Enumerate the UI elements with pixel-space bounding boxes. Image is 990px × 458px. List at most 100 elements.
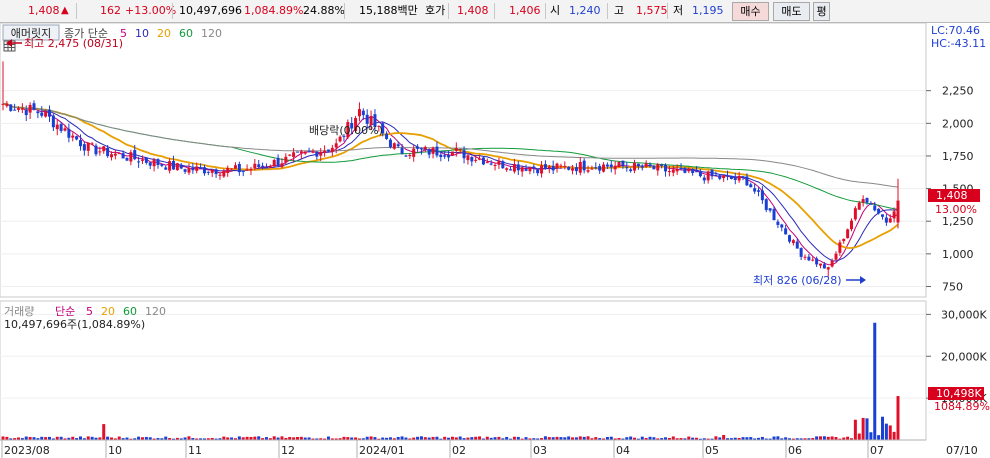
volume-bar [865,418,869,440]
candle-body [470,156,474,162]
candle-body [563,166,567,168]
candle-body [431,147,435,154]
candle-body [780,224,784,228]
buy-button[interactable]: 매수 [732,2,769,21]
volume-bar [280,436,284,440]
candle-body [652,165,656,170]
candle-body [807,256,811,261]
candle-body [745,176,749,186]
volume-bar [458,436,462,440]
volume-bar [78,436,82,440]
candle-body [888,218,892,223]
candle-body [36,111,40,114]
candle-body [261,165,265,167]
candle-body [257,164,261,168]
candle-body [741,177,745,179]
candle-body [5,103,9,107]
candle-body [245,169,249,171]
candle-body [776,221,780,225]
candle-body [218,174,222,176]
candle-body [330,147,334,152]
chart-area[interactable]: 애머릿지 종가 단순 5 10 20 60 120 최고 2,475 (08/31) 배… [0,23,990,458]
eval-button[interactable]: 평 [813,2,830,21]
candle-body [602,164,606,172]
candle-body [400,147,404,154]
candle-body [144,157,148,163]
volume-bar [815,436,819,440]
price-tick-label: 1,000 [942,248,974,261]
sell-button[interactable]: 매도 [773,2,810,21]
volume-ma-label: 단순 [55,305,75,318]
candle-body [272,160,276,167]
price-tick-label: 750 [942,280,963,293]
candle-body [695,171,699,173]
candle-body [388,139,392,148]
candle-body [16,108,20,110]
turnover-rate: 24.88% [303,4,345,17]
candle-body [416,146,420,149]
candle-body [691,170,695,173]
candle-body [59,124,63,131]
candle-body [838,242,842,253]
candle-body [191,167,195,171]
candle-body [307,151,311,153]
candle-body [706,171,710,181]
candle-body [714,174,718,176]
candle-body [160,164,164,166]
volume-bar [164,436,168,440]
candle-body [268,166,272,168]
candle-body [237,164,241,173]
candle-body [284,156,288,163]
candle-body [137,161,141,163]
candle-body [385,133,389,139]
candle-body [419,148,423,150]
candle-body [423,147,427,150]
candle-body [664,164,668,172]
candle-body [125,157,129,161]
candle-body [326,149,330,152]
trade-value: 15,188백만 [359,4,418,17]
candle-body [319,151,323,156]
volume-bar [543,436,547,440]
volume-bar [400,436,404,440]
candle-body [303,151,307,154]
candle-body [396,144,400,147]
volume-bar [257,436,261,440]
volume-bar [117,436,121,440]
candle-body [877,208,881,214]
candle-body [117,153,121,155]
volume-bar [884,423,888,440]
candle-body [276,157,280,166]
candle-body [799,248,803,257]
candle-body [71,135,75,138]
volume-bar [369,436,373,440]
candle-body [760,190,764,201]
candle-body [516,164,520,171]
candle-body [509,169,513,171]
open-label: 시 [550,4,561,17]
candle-body [757,190,761,192]
candle-body [214,169,218,175]
candle-body [106,147,110,157]
candle-body [226,168,230,173]
volume-bar [687,436,691,440]
candle-body [648,164,652,167]
candle-body [113,153,117,156]
candle-body [892,211,896,219]
candle-body [613,165,617,170]
volume-ma-legend-item: 5 [86,305,93,318]
volume-tag-pct: 1084.89% [934,400,990,413]
candle-body [435,146,439,156]
volume-bar [567,436,571,440]
candle-body [753,188,757,192]
volume-bar [877,435,881,440]
candle-body [361,110,365,116]
candle-body [47,109,51,117]
candle-body [365,114,369,124]
candle-body [660,164,664,166]
candle-body [574,167,578,172]
lc-label: LC:70.46 [931,24,980,37]
candle-body [280,163,284,167]
price-tag-value: 1,408 [936,189,968,202]
candle-body [86,142,90,151]
